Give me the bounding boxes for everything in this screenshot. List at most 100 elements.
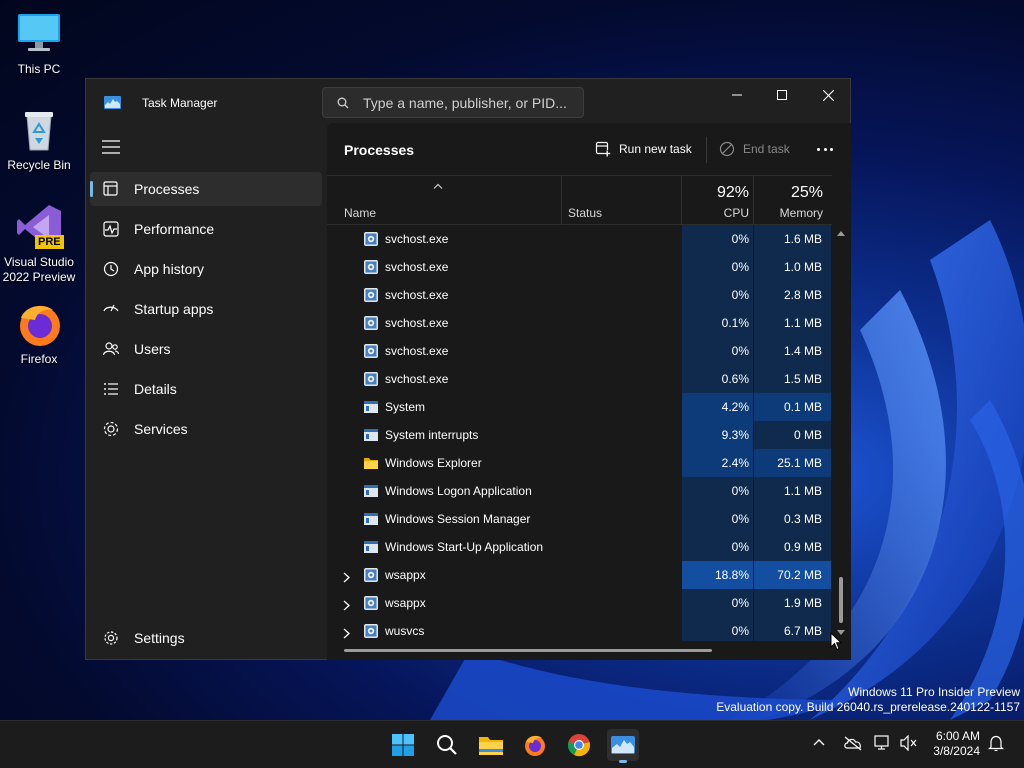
chevron-right-icon[interactable] [343, 626, 350, 641]
memory-usage-cell: 0.1 MB [754, 393, 831, 421]
chevron-right-icon[interactable] [343, 598, 350, 616]
table-row[interactable]: svchost.exe 0% 1.0 MB [327, 253, 832, 281]
process-name-cell: Windows Explorer [327, 449, 561, 477]
sidebar-item-label: App history [134, 261, 205, 277]
sidebar-item-processes[interactable]: Processes [90, 172, 322, 206]
table-row[interactable]: wusvcs 0% 6.7 MB [327, 617, 832, 641]
taskbar-file-explorer[interactable] [475, 729, 507, 761]
process-name: wsappx [385, 596, 426, 610]
sidebar-item-users[interactable]: Users [90, 332, 322, 366]
process-name: svchost.exe [385, 232, 449, 246]
toolbar: Processes Run new task End task [327, 123, 851, 175]
cpu-usage-cell: 2.4% [682, 449, 753, 477]
memory-usage-cell: 6.7 MB [754, 617, 831, 641]
column-header-cpu[interactable]: CPU [687, 206, 749, 220]
process-name-cell: svchost.exe [327, 253, 561, 281]
network-icon[interactable] [874, 735, 892, 751]
table-row[interactable]: svchost.exe 0.1% 1.1 MB [327, 309, 832, 337]
scrollbar-thumb[interactable] [839, 577, 843, 623]
process-list: svchost.exe 0% 1.6 MB svchost.exe 0% 1.0 MB sv… [327, 225, 832, 641]
table-row[interactable]: svchost.exe 0% 1.4 MB [327, 337, 832, 365]
sidebar-item-label: Users [134, 341, 171, 357]
column-header-status[interactable]: Status [568, 206, 602, 220]
watermark-line: Evaluation copy. Build 26040.rs_prerelea… [716, 700, 1020, 714]
process-status-cell [562, 449, 681, 477]
chevron-right-icon[interactable] [343, 570, 350, 588]
horizontal-scrollbar[interactable] [344, 649, 712, 652]
table-row[interactable]: System 4.2% 0.1 MB [327, 393, 832, 421]
desktop-icon-label: Recycle Bin [7, 158, 71, 172]
sidebar-item-startup-apps[interactable]: Startup apps [90, 292, 322, 326]
recycle-bin-icon [15, 106, 63, 154]
sidebar-item-label: Settings [134, 630, 185, 646]
service-host-icon [363, 231, 379, 247]
table-row[interactable]: svchost.exe 0% 2.8 MB [327, 281, 832, 309]
sort-ascending-icon[interactable] [433, 183, 443, 189]
more-dot [817, 147, 820, 151]
column-header-memory[interactable]: Memory [757, 206, 823, 220]
sidebar-item-settings[interactable]: Settings [90, 621, 322, 655]
desktop-icon-this-pc[interactable]: This PC [2, 10, 76, 77]
chevron-up-icon[interactable] [813, 738, 825, 746]
desktop-icon-firefox[interactable]: Firefox [2, 300, 76, 367]
watermark-line: Windows 11 Pro Insider Preview [848, 685, 1020, 699]
notification-bell-icon[interactable] [988, 735, 1004, 751]
more-options-button[interactable] [813, 139, 837, 159]
task-manager-icon [104, 96, 121, 109]
process-status-cell [562, 281, 681, 309]
column-divider [561, 176, 562, 225]
onedrive-offline-icon[interactable] [843, 735, 863, 751]
service-host-icon [363, 343, 379, 359]
end-task-button[interactable]: End task [719, 138, 790, 160]
process-name: svchost.exe [385, 372, 449, 386]
sidebar-item-details[interactable]: Details [90, 372, 322, 406]
close-button[interactable] [805, 79, 851, 111]
process-status-cell [562, 309, 681, 337]
run-new-task-button[interactable]: Run new task [595, 138, 692, 160]
process-status-cell [562, 505, 681, 533]
sidebar-item-services[interactable]: Services [90, 412, 322, 446]
title-bar[interactable]: Task Manager [86, 79, 850, 123]
taskbar-firefox[interactable] [519, 729, 551, 761]
memory-usage-cell: 0 MB [754, 421, 831, 449]
table-row[interactable]: System interrupts 9.3% 0 MB [327, 421, 832, 449]
table-row[interactable]: Windows Logon Application 0% 1.1 MB [327, 477, 832, 505]
maximize-button[interactable] [759, 79, 805, 111]
volume-muted-icon[interactable] [900, 735, 918, 751]
scroll-up-arrow-icon[interactable] [836, 229, 846, 237]
memory-usage-cell: 1.1 MB [754, 309, 831, 337]
sidebar-item-performance[interactable]: Performance [90, 212, 322, 246]
sidebar-item-label: Services [134, 421, 188, 437]
taskbar-task-manager[interactable] [607, 729, 639, 763]
service-host-icon [363, 259, 379, 275]
hamburger-menu-icon[interactable] [102, 140, 120, 154]
table-row[interactable]: wsappx 18.8% 70.2 MB [327, 561, 832, 589]
taskbar-chrome[interactable] [563, 729, 595, 761]
table-row[interactable]: wsappx 0% 1.9 MB [327, 589, 832, 617]
search-input[interactable] [363, 88, 578, 117]
folder-icon [363, 455, 379, 471]
column-header-name[interactable]: Name [344, 206, 376, 220]
taskbar-search-button[interactable] [431, 729, 463, 761]
table-row[interactable]: Windows Session Manager 0% 0.3 MB [327, 505, 832, 533]
end-task-icon [719, 141, 735, 157]
vertical-scrollbar[interactable] [834, 225, 848, 641]
desktop-icon-visual-studio[interactable]: PRE Visual Studio 2022 Preview [2, 203, 76, 285]
table-row[interactable]: svchost.exe 0% 1.6 MB [327, 225, 832, 253]
system-clock[interactable]: 6:00 AM 3/8/2024 [920, 729, 980, 759]
minimize-button[interactable] [714, 79, 760, 111]
service-host-icon [363, 595, 379, 611]
sidebar-item-app-history[interactable]: App history [90, 252, 322, 286]
memory-usage-cell: 1.4 MB [754, 337, 831, 365]
desktop-icon-recycle-bin[interactable]: Recycle Bin [2, 106, 76, 173]
table-row[interactable]: Windows Start-Up Application 0% 0.9 MB [327, 533, 832, 561]
table-row[interactable]: svchost.exe 0.6% 1.5 MB [327, 365, 832, 393]
process-name: wsappx [385, 568, 426, 582]
table-row[interactable]: Windows Explorer 2.4% 25.1 MB [327, 449, 832, 477]
run-new-task-label: Run new task [619, 142, 692, 156]
more-dot [823, 147, 827, 151]
start-button[interactable] [387, 729, 419, 761]
process-name-cell: wsappx [327, 589, 561, 617]
process-name-cell: System interrupts [327, 421, 561, 449]
search-box[interactable] [322, 87, 584, 118]
